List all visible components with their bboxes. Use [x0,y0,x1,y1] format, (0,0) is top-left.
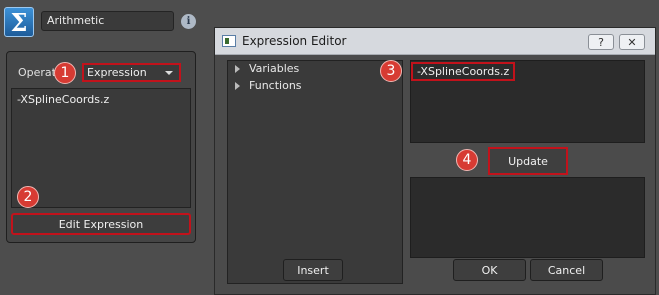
dialog-title: Expression Editor [242,34,347,48]
info-icon[interactable]: i [181,14,196,29]
help-button[interactable]: ? [588,34,614,50]
operation-label: Operat [18,66,56,79]
tree-item-label: Variables [249,62,300,75]
cancel-button[interactable]: Cancel [530,259,603,281]
callout-3: 3 [380,60,402,82]
window-icon [222,35,236,47]
insert-button[interactable]: Insert [283,259,343,281]
node-name-field[interactable]: Arithmetic [41,11,174,31]
expand-arrow-icon[interactable] [235,65,240,73]
chevron-down-icon [165,71,173,75]
edit-expression-button[interactable]: Edit Expression [11,213,191,235]
tree-item-variables[interactable]: Variables [235,62,299,75]
callout-4: 4 [456,149,478,171]
operation-dropdown-value: Expression [87,66,147,79]
expand-arrow-icon[interactable] [235,82,240,90]
callout-2: 2 [17,186,39,208]
update-button[interactable]: Update [488,147,568,175]
tree-item-label: Functions [249,79,302,92]
expression-textarea[interactable]: -XSplineCoords.z [11,88,191,208]
tree-item-functions[interactable]: Functions [235,79,302,92]
function-tree[interactable] [227,60,403,284]
operation-dropdown[interactable]: Expression [82,63,181,82]
callout-1: 1 [54,62,76,84]
sigma-icon: Σ [4,7,34,37]
dialog-expression-text[interactable]: -XSplineCoords.z [411,62,516,81]
close-icon[interactable]: ✕ [619,34,645,50]
ok-button[interactable]: OK [453,259,526,281]
result-output-area [410,177,645,258]
